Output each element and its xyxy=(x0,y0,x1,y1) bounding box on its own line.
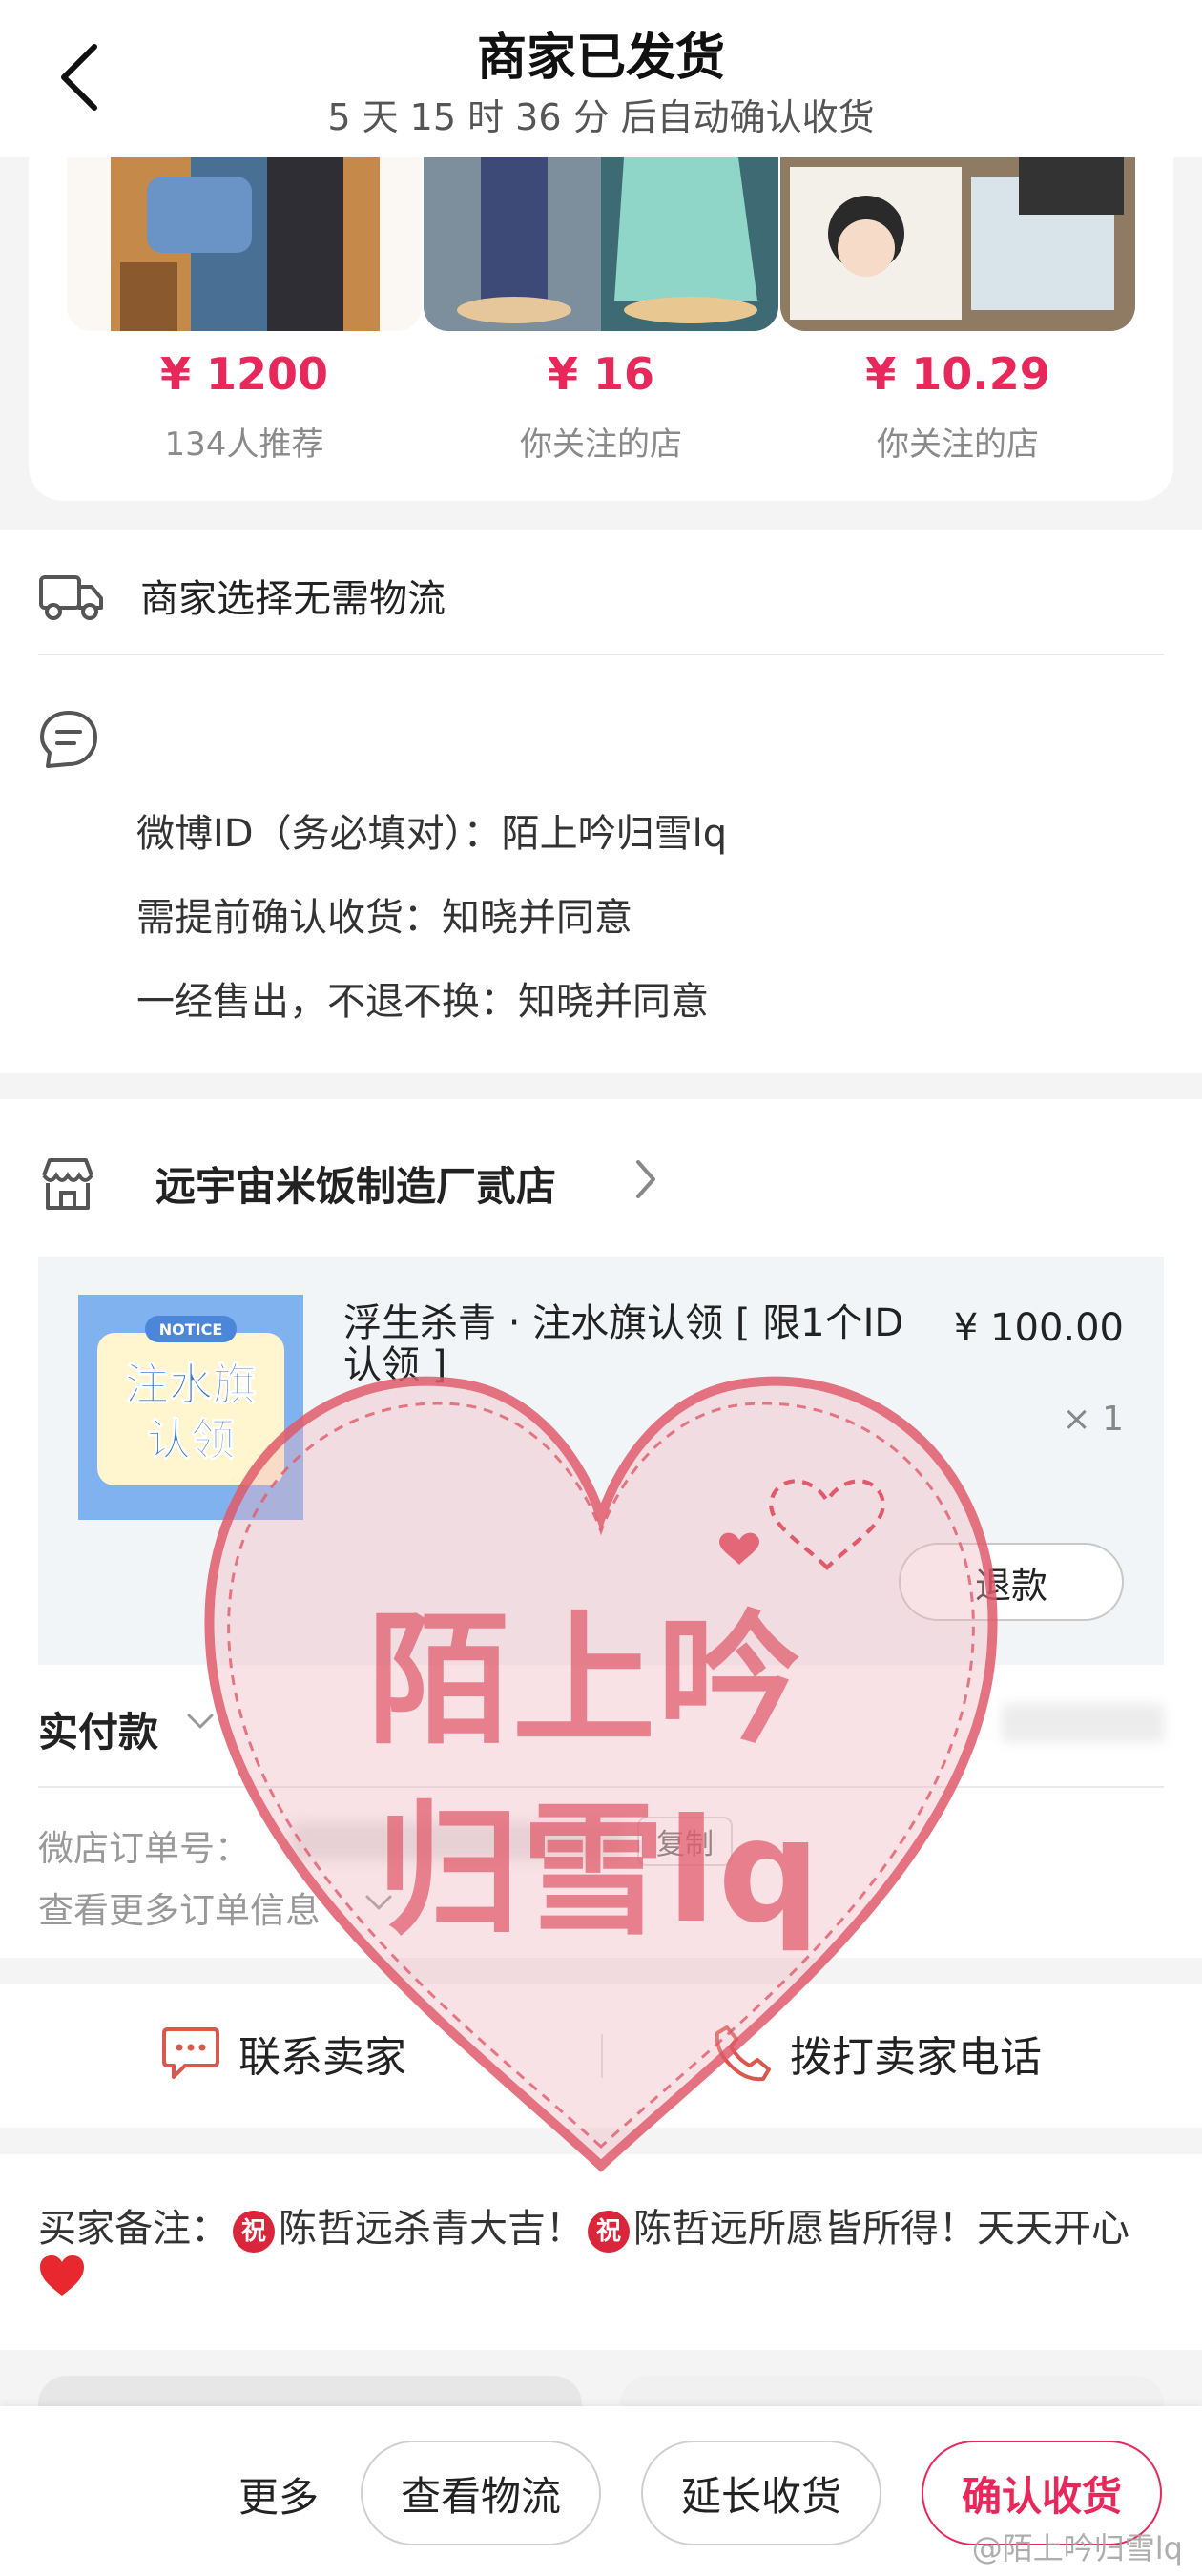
divider xyxy=(38,654,1164,655)
message-note-icon xyxy=(40,711,97,768)
page-title: 商家已发货 xyxy=(476,30,725,87)
logistics-section: 商家选择无需物流 微博ID（务必填对）：陌上吟归雪lq 需提前确认收货：知晓并同… xyxy=(0,530,1202,1073)
product-image-badge: NOTICE xyxy=(159,1320,223,1339)
recommendation-card: ¥ 1200 134人推荐 ¥ 16 你关注的店 ¥ 10.29 你关注的店 xyxy=(29,105,1173,501)
contact-seller-label: 联系卖家 xyxy=(238,2033,406,2082)
more-order-info-link[interactable]: 查看更多订单信息 xyxy=(38,1881,321,1933)
divider xyxy=(38,1786,1164,1788)
contact-section: 联系卖家 拨打卖家电话 xyxy=(0,1984,1202,2128)
call-seller-button[interactable]: 拨打卖家电话 xyxy=(714,2023,1042,2084)
view-logistics-button[interactable]: 查看物流 xyxy=(361,2441,601,2545)
product-image[interactable]: NOTICE 注水旗 认领 xyxy=(78,1295,303,1520)
chat-bubble-icon xyxy=(162,2027,219,2079)
product-title[interactable]: 浮生杀青 · 注水旗认领 [ 限1个ID认领 ] xyxy=(343,1302,916,1386)
refund-button[interactable]: 退款 xyxy=(899,1543,1124,1621)
corner-watermark: @陌上吟归雪lq xyxy=(971,2530,1183,2566)
form-field-confirm-receipt: 需提前确认收货：知晓并同意 xyxy=(136,896,632,940)
truck-icon xyxy=(39,575,103,620)
logistics-method: 商家选择无需物流 xyxy=(140,577,446,621)
svg-text:认领: 认领 xyxy=(147,1414,235,1465)
product-thumbnail[interactable] xyxy=(67,157,422,331)
celebration-badge-icon: 祝 xyxy=(588,2211,630,2253)
chevron-down-icon[interactable] xyxy=(364,1893,393,1912)
call-seller-label: 拨打卖家电话 xyxy=(790,2033,1042,2082)
celebration-badge-icon: 祝 xyxy=(233,2211,275,2253)
form-field-weibo-id: 微博ID（务必填对）：陌上吟归雪lq xyxy=(136,812,728,856)
form-field-no-return: 一经售出，不退不换：知晓并同意 xyxy=(136,980,709,1024)
more-actions-button[interactable]: 更多 xyxy=(238,2465,319,2524)
buyer-note-section: 买家备注：祝陈哲远杀青大吉！祝陈哲远所愿皆所得！天天开心 xyxy=(0,2154,1202,2350)
recommendation-note: 你关注的店 xyxy=(877,426,1039,464)
recommendation-price: ¥ 1200 xyxy=(159,348,329,400)
paid-amount-value-blurred xyxy=(1002,1704,1164,1742)
order-number-value-blurred xyxy=(291,1822,625,1860)
product-thumbnail[interactable] xyxy=(424,157,778,331)
buyer-note-text: 陈哲远杀青大吉！ xyxy=(279,2207,584,2251)
order-number-label: 微店订单号： xyxy=(38,1828,250,1869)
extend-receipt-button[interactable]: 延长收货 xyxy=(641,2441,881,2545)
recommendation-note: 134人推荐 xyxy=(164,426,324,464)
red-heart-icon xyxy=(40,2255,84,2296)
copy-order-number-button[interactable]: 复制 xyxy=(637,1817,733,1866)
chevron-right-icon[interactable] xyxy=(634,1158,657,1200)
phone-icon xyxy=(715,2025,771,2082)
order-section: 远宇宙米饭制造厂贰店 NOTICE 注水旗 认领 浮生杀青 · 注水旗认领 [ … xyxy=(0,1099,1202,1958)
divider xyxy=(601,2034,603,2078)
buyer-note-text: 陈哲远所愿皆所得！天天开心 xyxy=(633,2207,1129,2251)
recommendation-note: 你关注的店 xyxy=(520,426,682,464)
shop-name-link[interactable]: 远宇宙米饭制造厂贰店 xyxy=(155,1154,556,1213)
buyer-note-label: 买家备注： xyxy=(38,2207,229,2251)
top-header: 商家已发货 5 天 15 时 36 分 后自动确认收货 xyxy=(0,0,1202,157)
product-quantity: × 1 xyxy=(1062,1400,1124,1439)
recommendation-price: ¥ 16 xyxy=(547,348,655,400)
product-thumbnail[interactable] xyxy=(780,157,1135,331)
chevron-down-icon[interactable] xyxy=(186,1712,215,1731)
contact-seller-button[interactable]: 联系卖家 xyxy=(160,2023,406,2084)
svg-text:注水旗: 注水旗 xyxy=(125,1359,257,1410)
recommendation-price: ¥ 10.29 xyxy=(865,348,1050,400)
store-icon xyxy=(42,1158,93,1210)
paid-amount-label[interactable]: 实付款 xyxy=(38,1700,158,1758)
product-item[interactable]: NOTICE 注水旗 认领 浮生杀青 · 注水旗认领 [ 限1个ID认领 ] ¥… xyxy=(38,1257,1164,1665)
buyer-note: 买家备注：祝陈哲远杀青大吉！祝陈哲远所愿皆所得！天天开心 xyxy=(38,2204,1164,2304)
product-price: ¥ 100.00 xyxy=(953,1306,1124,1350)
auto-confirm-countdown: 5 天 15 时 36 分 后自动确认收货 xyxy=(327,96,875,138)
